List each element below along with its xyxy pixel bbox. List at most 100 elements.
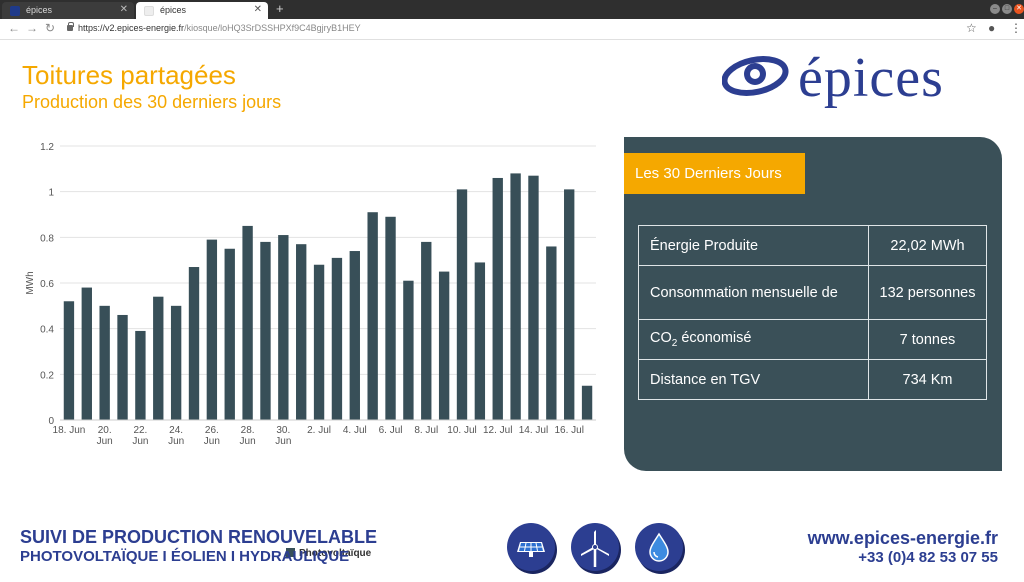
- bar: [188, 267, 200, 420]
- y-axis-label: MWh: [25, 271, 36, 294]
- bar: [367, 212, 378, 420]
- bar: [153, 296, 164, 420]
- bar: [224, 248, 235, 420]
- x-tick-label: 26. Jun: [204, 425, 220, 447]
- url-path: /kiosque/loHQ3SrDSSHPXf9C4BgjryB1HEY: [184, 23, 361, 33]
- x-tick-label: 12. Jul: [483, 425, 512, 436]
- bar: [564, 189, 575, 420]
- reload-icon[interactable]: ↻: [45, 21, 55, 35]
- x-tick-label: 28. Jun: [240, 425, 256, 447]
- production-chart: 0 0.2 0.4 0.6 0.8 1 1.2 MWh 18. Jun 20. Jun 22. Jun 2…: [18, 136, 608, 559]
- tab-title: épices: [26, 5, 53, 15]
- close-window-icon[interactable]: ✕: [1014, 4, 1024, 14]
- logo-text: épices: [798, 47, 944, 109]
- y-tick-label: 0.2: [40, 370, 54, 381]
- y-tick-label: 0.4: [40, 325, 54, 336]
- water-drop-icon: [635, 523, 683, 571]
- website-link[interactable]: www.epices-energie.fr: [808, 528, 998, 549]
- bar: [438, 271, 450, 420]
- x-tick-label: 16. Jul: [554, 425, 583, 436]
- address-bar[interactable]: https://v2.epices-energie.fr/kiosque/loH…: [78, 23, 361, 33]
- close-tab-icon[interactable]: ✕: [120, 4, 128, 15]
- bar: [117, 314, 128, 420]
- bar: [528, 175, 539, 420]
- tab-title: épices: [160, 5, 187, 15]
- bookmark-star-icon[interactable]: ☆: [966, 21, 977, 35]
- bar: [81, 287, 92, 420]
- solar-panel-icon: [507, 523, 555, 571]
- minimize-icon[interactable]: –: [990, 4, 1000, 14]
- bar: [63, 301, 75, 420]
- bar: [349, 251, 360, 420]
- menu-icon[interactable]: ⋮: [1010, 21, 1022, 35]
- browser-toolbar: ← → ↻ https://v2.epices-energie.fr/kiosq…: [0, 19, 1024, 40]
- stats-table: Énergie Produite 22,02 MWh Consommation …: [638, 225, 987, 400]
- bar: [510, 173, 521, 420]
- bar: [206, 239, 218, 420]
- bar: [421, 241, 432, 420]
- favicon-icon: [10, 6, 20, 16]
- phone-number: +33 (0)4 82 53 07 55: [858, 549, 998, 566]
- x-tick-label: 30. Jun: [275, 425, 291, 447]
- x-tick-label: 24. Jun: [168, 425, 184, 447]
- x-tick-label: 8. Jul: [414, 425, 438, 436]
- logo-swirl-icon: [721, 56, 789, 96]
- footer-tagline: SUIVI DE PRODUCTION RENOUVELABLE: [20, 527, 378, 547]
- bar: [546, 246, 557, 420]
- account-icon[interactable]: ●: [988, 21, 995, 35]
- x-tick-label: 22. Jun: [132, 425, 148, 447]
- favicon-icon: [144, 6, 154, 16]
- stats-row: Distance en TGV 734 Km: [638, 359, 987, 400]
- stat-label: Consommation mensuelle de: [638, 265, 869, 320]
- bar: [492, 177, 503, 420]
- bar: [278, 235, 289, 420]
- co2-label-suffix: économisé: [677, 330, 752, 347]
- stats-row: CO2 économisé 7 tonnes: [638, 319, 987, 360]
- x-tick-label: 4. Jul: [343, 425, 367, 436]
- stats-panel: Les 30 Derniers Jours Énergie Produite 2…: [624, 137, 1002, 471]
- stats-row: Énergie Produite 22,02 MWh: [638, 225, 987, 266]
- x-tick-label: 14. Jul: [519, 425, 548, 436]
- browser-tab-active[interactable]: épices ✕: [136, 2, 268, 19]
- x-tick-label: 10. Jul: [447, 425, 476, 436]
- url-domain: https://v2.epices-energie.fr: [78, 23, 185, 33]
- stat-value: 734 Km: [868, 359, 987, 400]
- epices-logo: épices: [721, 47, 1002, 112]
- co2-label: CO: [650, 330, 672, 347]
- bar: [403, 280, 414, 420]
- bar: [581, 385, 593, 420]
- browser-tab-bar: épices ✕ épices ✕ + – □ ✕: [0, 0, 1024, 19]
- y-tick-label: 1.2: [40, 142, 54, 153]
- close-tab-icon[interactable]: ✕: [254, 4, 262, 15]
- bar: [242, 225, 253, 420]
- y-tick-label: 0.6: [40, 279, 54, 290]
- page-title: Toitures partagées: [22, 60, 236, 90]
- bar: [474, 262, 486, 420]
- bar: [385, 216, 396, 420]
- forward-icon[interactable]: →: [26, 21, 38, 35]
- x-tick-label: 2. Jul: [307, 425, 331, 436]
- bar: [135, 330, 146, 420]
- stats-row: Consommation mensuelle de 132 personnes: [638, 265, 987, 320]
- bar: [99, 305, 110, 420]
- wind-turbine-icon: [571, 523, 619, 571]
- footer-subtagline: PHOTOVOLTAÏQUE I ÉOLIEN I HYDRAULIQUE: [20, 548, 350, 565]
- kiosk-page: Toitures partagées Production des 30 der…: [0, 40, 1024, 582]
- y-tick-label: 1: [48, 188, 54, 199]
- maximize-icon[interactable]: □: [1002, 4, 1012, 14]
- bar: [331, 257, 343, 420]
- new-tab-icon[interactable]: +: [276, 1, 284, 16]
- bar: [456, 189, 468, 420]
- stat-label: Énergie Produite: [638, 225, 869, 266]
- bar: [313, 264, 325, 420]
- stat-value: 7 tonnes: [868, 319, 987, 360]
- back-icon[interactable]: ←: [8, 21, 20, 35]
- x-tick-label: 6. Jul: [379, 425, 403, 436]
- stat-value: 132 personnes: [868, 265, 987, 320]
- page-subtitle: Production des 30 derniers jours: [22, 92, 282, 112]
- bar: [296, 244, 307, 420]
- stat-value: 22,02 MWh: [868, 225, 987, 266]
- bar: [260, 241, 271, 420]
- chart-svg: 00.20.40.60.811.2MWh18. Jun 20. Jun22. Jun2…: [25, 142, 596, 447]
- browser-tab[interactable]: épices ✕: [2, 2, 134, 19]
